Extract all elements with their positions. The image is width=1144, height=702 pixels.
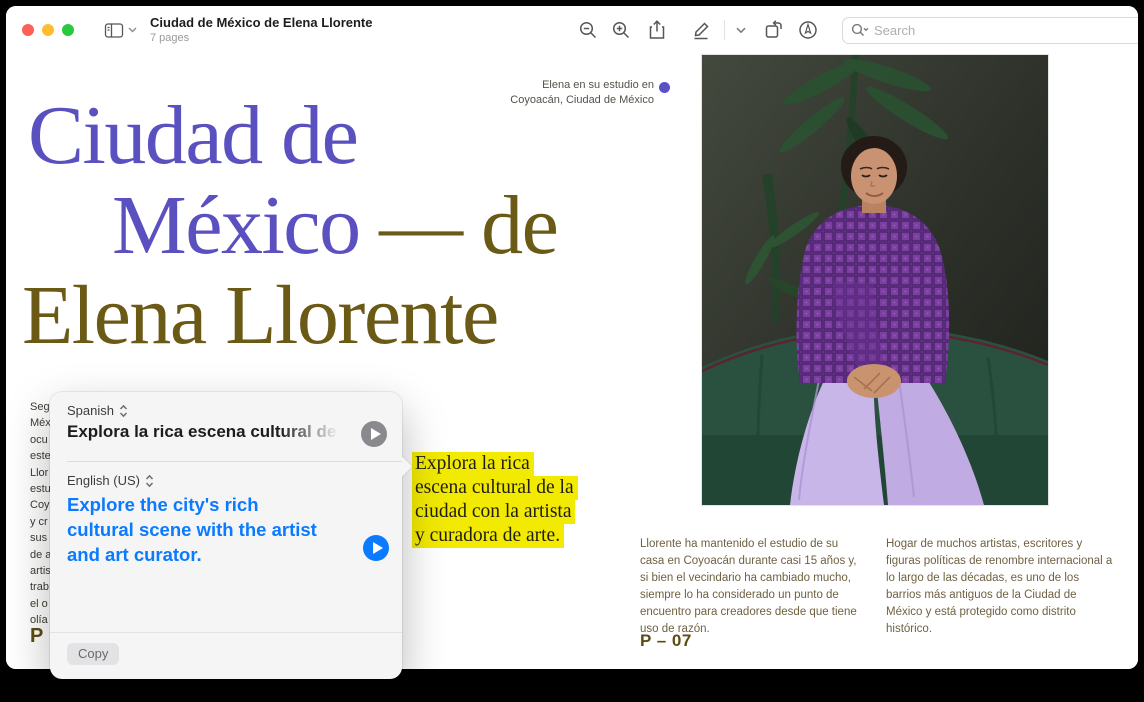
sidebar-icon <box>104 22 124 39</box>
translated-line: and art curator. <box>67 542 367 567</box>
headline-line-2: México — de <box>112 184 557 268</box>
search-icon <box>851 23 869 37</box>
zoom-window-button[interactable] <box>62 24 74 36</box>
traffic-lights <box>22 24 74 36</box>
highlighted-selection[interactable]: Explora la rica escena cultural de la ci… <box>412 452 578 548</box>
annotate-circle-button[interactable] <box>796 18 820 42</box>
left-text-column: Seg Méx ocu este Llor estu Coy y cr sus … <box>30 399 51 629</box>
headline-line-1: Ciudad de <box>28 94 357 178</box>
source-text: Explora la rica escena cultural de la <box>67 422 355 442</box>
photo-caption-line-2: Coyoacán, Ciudad de México <box>476 93 654 108</box>
title-bar: Ciudad de México de Elena Llorente 7 pag… <box>6 6 1138 55</box>
sidebar-toggle-button[interactable] <box>104 22 137 39</box>
body-column-1: Llorente ha mantenido el estudio de su c… <box>640 536 862 638</box>
translated-text: Explore the city's rich cultural scene w… <box>67 492 367 567</box>
zoom-out-button[interactable] <box>576 18 600 42</box>
left-col-line: este <box>30 448 51 464</box>
left-col-line: el o <box>30 596 51 612</box>
updown-chevron-icon <box>119 404 128 418</box>
translated-line: cultural scene with the artist <box>67 517 367 542</box>
popover-footer: Copy <box>50 632 402 679</box>
play-source-audio-button[interactable] <box>361 421 387 447</box>
highlight-line: y curadora de arte. <box>412 524 564 548</box>
minimize-button[interactable] <box>42 24 54 36</box>
rotate-button[interactable] <box>762 18 786 42</box>
source-text-fade <box>280 422 355 442</box>
left-col-line: de a <box>30 547 51 563</box>
highlight-line: ciudad con la artista <box>412 500 575 524</box>
popover-divider <box>67 461 402 462</box>
page-count: 7 pages <box>150 32 373 45</box>
left-col-line: Seg <box>30 399 51 415</box>
toolbar-separator <box>724 20 725 40</box>
search-placeholder: Search <box>874 23 915 38</box>
source-language-label: Spanish <box>67 403 114 418</box>
caption-bullet-dot <box>659 82 670 93</box>
headline-line-2-rest: — de <box>360 179 558 272</box>
left-col-line: Méx <box>30 415 51 431</box>
photo-elena <box>701 54 1049 506</box>
left-col-line: estu <box>30 481 51 497</box>
search-input[interactable]: Search <box>842 17 1138 44</box>
left-col-line: trab <box>30 579 51 595</box>
photo-caption: Elena en su estudio en Coyoacán, Ciudad … <box>476 78 654 107</box>
markup-options-chevron[interactable] <box>734 18 748 42</box>
markup-pen-button[interactable] <box>689 18 713 42</box>
left-col-line: y cr <box>30 514 51 530</box>
left-page-number: P <box>30 625 43 648</box>
highlight-line: Explora la rica <box>412 452 534 476</box>
close-button[interactable] <box>22 24 34 36</box>
play-translation-audio-button[interactable] <box>363 535 389 561</box>
left-col-line: ocu <box>30 432 51 448</box>
target-language-selector[interactable]: English (US) <box>67 473 154 488</box>
translation-popover: Spanish Explora la rica escena cultural … <box>50 392 402 679</box>
document-title: Ciudad de México de Elena Llorente <box>150 16 373 31</box>
left-col-line: Coy <box>30 497 51 513</box>
translated-line: Explore the city's rich <box>67 492 367 517</box>
headline-line-2-accent: México <box>112 179 360 272</box>
copy-button[interactable]: Copy <box>67 643 119 665</box>
headline-line-3: Elena Llorente <box>22 274 498 358</box>
body-column-2: Hogar de muchos artistas, escritores y f… <box>886 536 1116 638</box>
document-title-block: Ciudad de México de Elena Llorente 7 pag… <box>150 16 373 45</box>
photo-caption-line-1: Elena en su estudio en <box>476 78 654 93</box>
chevron-down-icon <box>128 27 137 33</box>
left-col-line: Llor <box>30 465 51 481</box>
left-col-line: artis <box>30 563 51 579</box>
updown-chevron-icon <box>145 474 154 488</box>
target-language-label: English (US) <box>67 473 140 488</box>
source-language-selector[interactable]: Spanish <box>67 403 128 418</box>
share-button[interactable] <box>645 18 669 42</box>
highlight-line: escena cultural de la <box>412 476 578 500</box>
right-page-number: P – 07 <box>640 631 692 651</box>
zoom-in-button[interactable] <box>609 18 633 42</box>
left-col-line: sus <box>30 530 51 546</box>
toolbar: Search <box>576 6 1138 54</box>
